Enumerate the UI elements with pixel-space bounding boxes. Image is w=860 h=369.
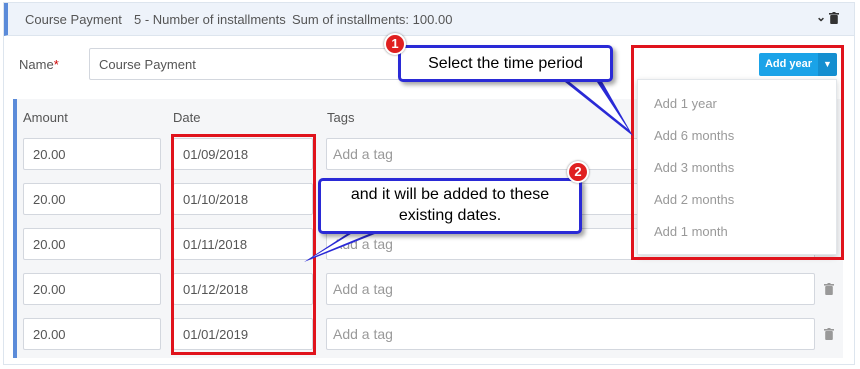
callout-existing-dates: and it will be added to these existing d…	[318, 178, 582, 234]
panel-header[interactable]: Course Payment 5 - Number of installment…	[4, 3, 854, 36]
amount-input[interactable]: 20.00	[23, 318, 161, 350]
dropdown-highlight-box	[631, 45, 844, 260]
amount-input[interactable]: 20.00	[23, 273, 161, 305]
callout-select-period: Select the time period	[398, 45, 613, 82]
chevron-down-icon[interactable]: ⌄	[816, 10, 826, 24]
dates-highlight-box	[171, 134, 316, 355]
column-header-tags: Tags	[327, 110, 355, 125]
trash-icon[interactable]	[824, 328, 834, 343]
installments-sum: Sum of installments: 100.00	[292, 12, 453, 27]
tag-input[interactable]: Add a tag	[326, 318, 815, 350]
amount-input[interactable]: 20.00	[23, 183, 161, 215]
step-badge: 2	[567, 161, 589, 183]
installments-count: 5 - Number of installments	[134, 12, 286, 27]
trash-icon[interactable]	[829, 12, 839, 27]
name-input[interactable]: Course Payment	[89, 48, 409, 80]
name-label: Name*	[19, 57, 59, 72]
trash-icon[interactable]	[824, 283, 834, 298]
callout-text-line1: and it will be added to these	[350, 186, 550, 203]
column-header-date: Date	[173, 110, 201, 125]
amount-input[interactable]: 20.00	[23, 138, 161, 170]
step-badge: 1	[384, 33, 406, 55]
column-header-amount: Amount	[23, 110, 68, 125]
amount-input[interactable]: 20.00	[23, 228, 161, 260]
panel-title: Course Payment	[25, 12, 122, 27]
callout-text-line2: existing dates.	[398, 207, 502, 224]
callout-text: Select the time period	[428, 55, 583, 72]
required-mark: *	[53, 57, 59, 72]
tag-input[interactable]: Add a tag	[326, 273, 815, 305]
